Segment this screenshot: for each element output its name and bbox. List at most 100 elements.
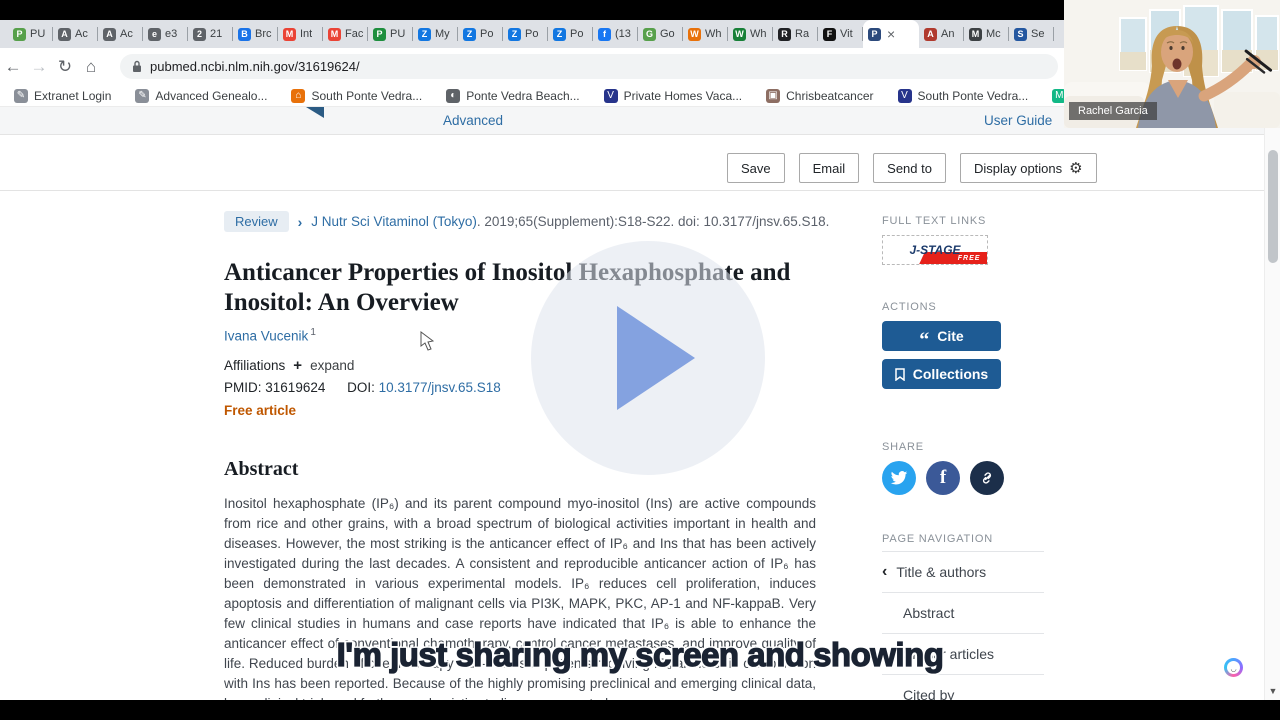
bookmark-label: Advanced Genealo...: [155, 89, 267, 103]
tab[interactable]: ZPo: [548, 20, 593, 48]
tab[interactable]: 221: [188, 20, 233, 48]
facebook-favicon: f: [598, 28, 611, 41]
bookmark-item[interactable]: VPrivate Homes Vaca...: [604, 89, 743, 103]
tab[interactable]: F Vit: [818, 20, 863, 48]
tab[interactable]: WWh: [728, 20, 773, 48]
tab-title: PU: [390, 28, 405, 40]
tab-title: Ac: [75, 28, 88, 40]
tab[interactable]: AAn: [919, 20, 964, 48]
reload-icon[interactable]: ↻: [52, 57, 78, 77]
tab[interactable]: MInt: [278, 20, 323, 48]
gmail-favicon: M: [328, 28, 341, 41]
twitter-icon: [890, 469, 908, 487]
tab[interactable]: ZPo: [503, 20, 548, 48]
swoosh-favicon: A: [924, 28, 937, 41]
tab[interactable]: ZPo: [458, 20, 503, 48]
doi-link[interactable]: 10.3177/jnsv.65.S18: [379, 380, 501, 395]
forward-icon[interactable]: →: [26, 57, 52, 77]
tab[interactable]: G Go: [638, 20, 683, 48]
save-button[interactable]: Save: [727, 153, 785, 183]
pmid-value: 31619624: [265, 380, 325, 395]
address-bar[interactable]: pubmed.ncbi.nlm.nih.gov/31619624/: [120, 54, 1058, 79]
tab[interactable]: AAc: [53, 20, 98, 48]
tab[interactable]: SSe: [1009, 20, 1054, 48]
citation-detail: . 2019;65(Supplement):S18-S22. doi: 10.3…: [477, 214, 830, 229]
bookmark-label: Private Homes Vaca...: [624, 89, 743, 103]
home-icon[interactable]: ⌂: [78, 57, 104, 77]
advanced-search-link[interactable]: Advanced: [443, 113, 503, 128]
globe-favicon: e: [148, 28, 161, 41]
display-options-button[interactable]: Display options ⚙: [960, 153, 1097, 183]
bookmark-item[interactable]: ✎Extranet Login: [14, 89, 111, 103]
article-page: Save Email Send to Display options ⚙ Rev…: [0, 135, 1280, 700]
citation-row: Review › J Nutr Sci Vitaminol (Tokyo). 2…: [224, 211, 829, 232]
tab[interactable]: MFac: [323, 20, 368, 48]
tab[interactable]: WWh: [683, 20, 728, 48]
cite-button[interactable]: “ Cite: [882, 321, 1001, 351]
tab[interactable]: ZMy: [413, 20, 458, 48]
bookmark-item[interactable]: ✎Advanced Genealo...: [135, 89, 267, 103]
permalink-share-button[interactable]: [970, 461, 1004, 495]
tab[interactable]: e e3: [143, 20, 188, 48]
leaf-favicon: G: [643, 28, 656, 41]
close-tab-icon[interactable]: ×: [887, 27, 895, 41]
tab-title: Po: [525, 28, 538, 40]
tab[interactable]: RRa: [773, 20, 818, 48]
tab-title: Go: [660, 28, 675, 40]
globe-icon: ◐: [446, 89, 460, 103]
send-to-button[interactable]: Send to: [873, 153, 946, 183]
flag-icon: V: [898, 89, 912, 103]
tab[interactable]: PPU: [8, 20, 53, 48]
tab-title: PU: [30, 28, 45, 40]
right-sidebar: FULL TEXT LINKS J-STAGE FREE ACTIONS “ C…: [882, 215, 1044, 227]
user-guide-link[interactable]: User Guide: [984, 113, 1052, 128]
video-play-overlay[interactable]: [531, 241, 765, 475]
page-nav-item[interactable]: ‹Title & authors: [882, 551, 1044, 592]
news-favicon: F: [823, 28, 836, 41]
tab-title: Vit: [840, 28, 853, 40]
collections-button[interactable]: Collections: [882, 359, 1001, 389]
tab[interactable]: f(13: [593, 20, 638, 48]
pen-icon: ✎: [14, 89, 28, 103]
page-nav-label: Abstract: [903, 605, 954, 621]
actions-label: ACTIONS: [882, 301, 937, 313]
share-label: SHARE: [882, 441, 924, 453]
facebook-share-button[interactable]: f: [926, 461, 960, 495]
doi-label: DOI:: [347, 380, 375, 395]
color-app-favicon: W: [688, 28, 701, 41]
tab[interactable]: PPU: [368, 20, 413, 48]
twitter-share-button[interactable]: [882, 461, 916, 495]
tab-title: Ac: [120, 28, 133, 40]
scrollbar-thumb[interactable]: [1268, 150, 1278, 263]
back-icon[interactable]: ←: [0, 57, 26, 77]
tab-active[interactable]: P×: [863, 20, 919, 48]
chevron-right-icon: ›: [298, 214, 303, 230]
email-button[interactable]: Email: [799, 153, 860, 183]
expand-link[interactable]: expand: [310, 358, 354, 373]
author-row: Ivana Vucenik1: [224, 327, 316, 344]
tab[interactable]: BBrc: [233, 20, 278, 48]
house-icon: ⌂: [291, 89, 305, 103]
bottom-black-bar: [0, 700, 1280, 720]
author-superscript: 1: [310, 327, 316, 338]
page-navigation-list: ‹Title & authorsAbstractSimilar articles…: [882, 551, 1044, 715]
journal-link[interactable]: J Nutr Sci Vitaminol (Tokyo): [311, 214, 477, 229]
tab-title: Po: [570, 28, 583, 40]
page-nav-item[interactable]: Abstract: [882, 592, 1044, 633]
tab[interactable]: AAc: [98, 20, 143, 48]
article-action-bar: Save Email Send to Display options ⚙: [727, 153, 1097, 183]
tab-title: Se: [1031, 28, 1044, 40]
bookmark-item[interactable]: ◐Ponte Vedra Beach...: [446, 89, 579, 103]
bookmark-item[interactable]: VSouth Ponte Vedra...: [898, 89, 1029, 103]
tab-title: e3: [165, 28, 177, 40]
tab[interactable]: MMc: [964, 20, 1009, 48]
jstage-full-text-button[interactable]: J-STAGE FREE: [882, 235, 988, 265]
scroll-down-icon[interactable]: ▼: [1265, 686, 1280, 696]
plus-icon[interactable]: +: [293, 357, 302, 374]
page-scrollbar[interactable]: ▼: [1264, 128, 1280, 700]
bookmark-item[interactable]: ⌂South Ponte Vedra...: [291, 89, 422, 103]
play-icon: [617, 306, 695, 410]
author-link[interactable]: Ivana Vucenik: [224, 329, 308, 344]
bookmark-item[interactable]: ▣Chrisbeatcancer: [766, 89, 873, 103]
speech-caption: I'm just sharing my screen and showing: [0, 636, 1280, 674]
